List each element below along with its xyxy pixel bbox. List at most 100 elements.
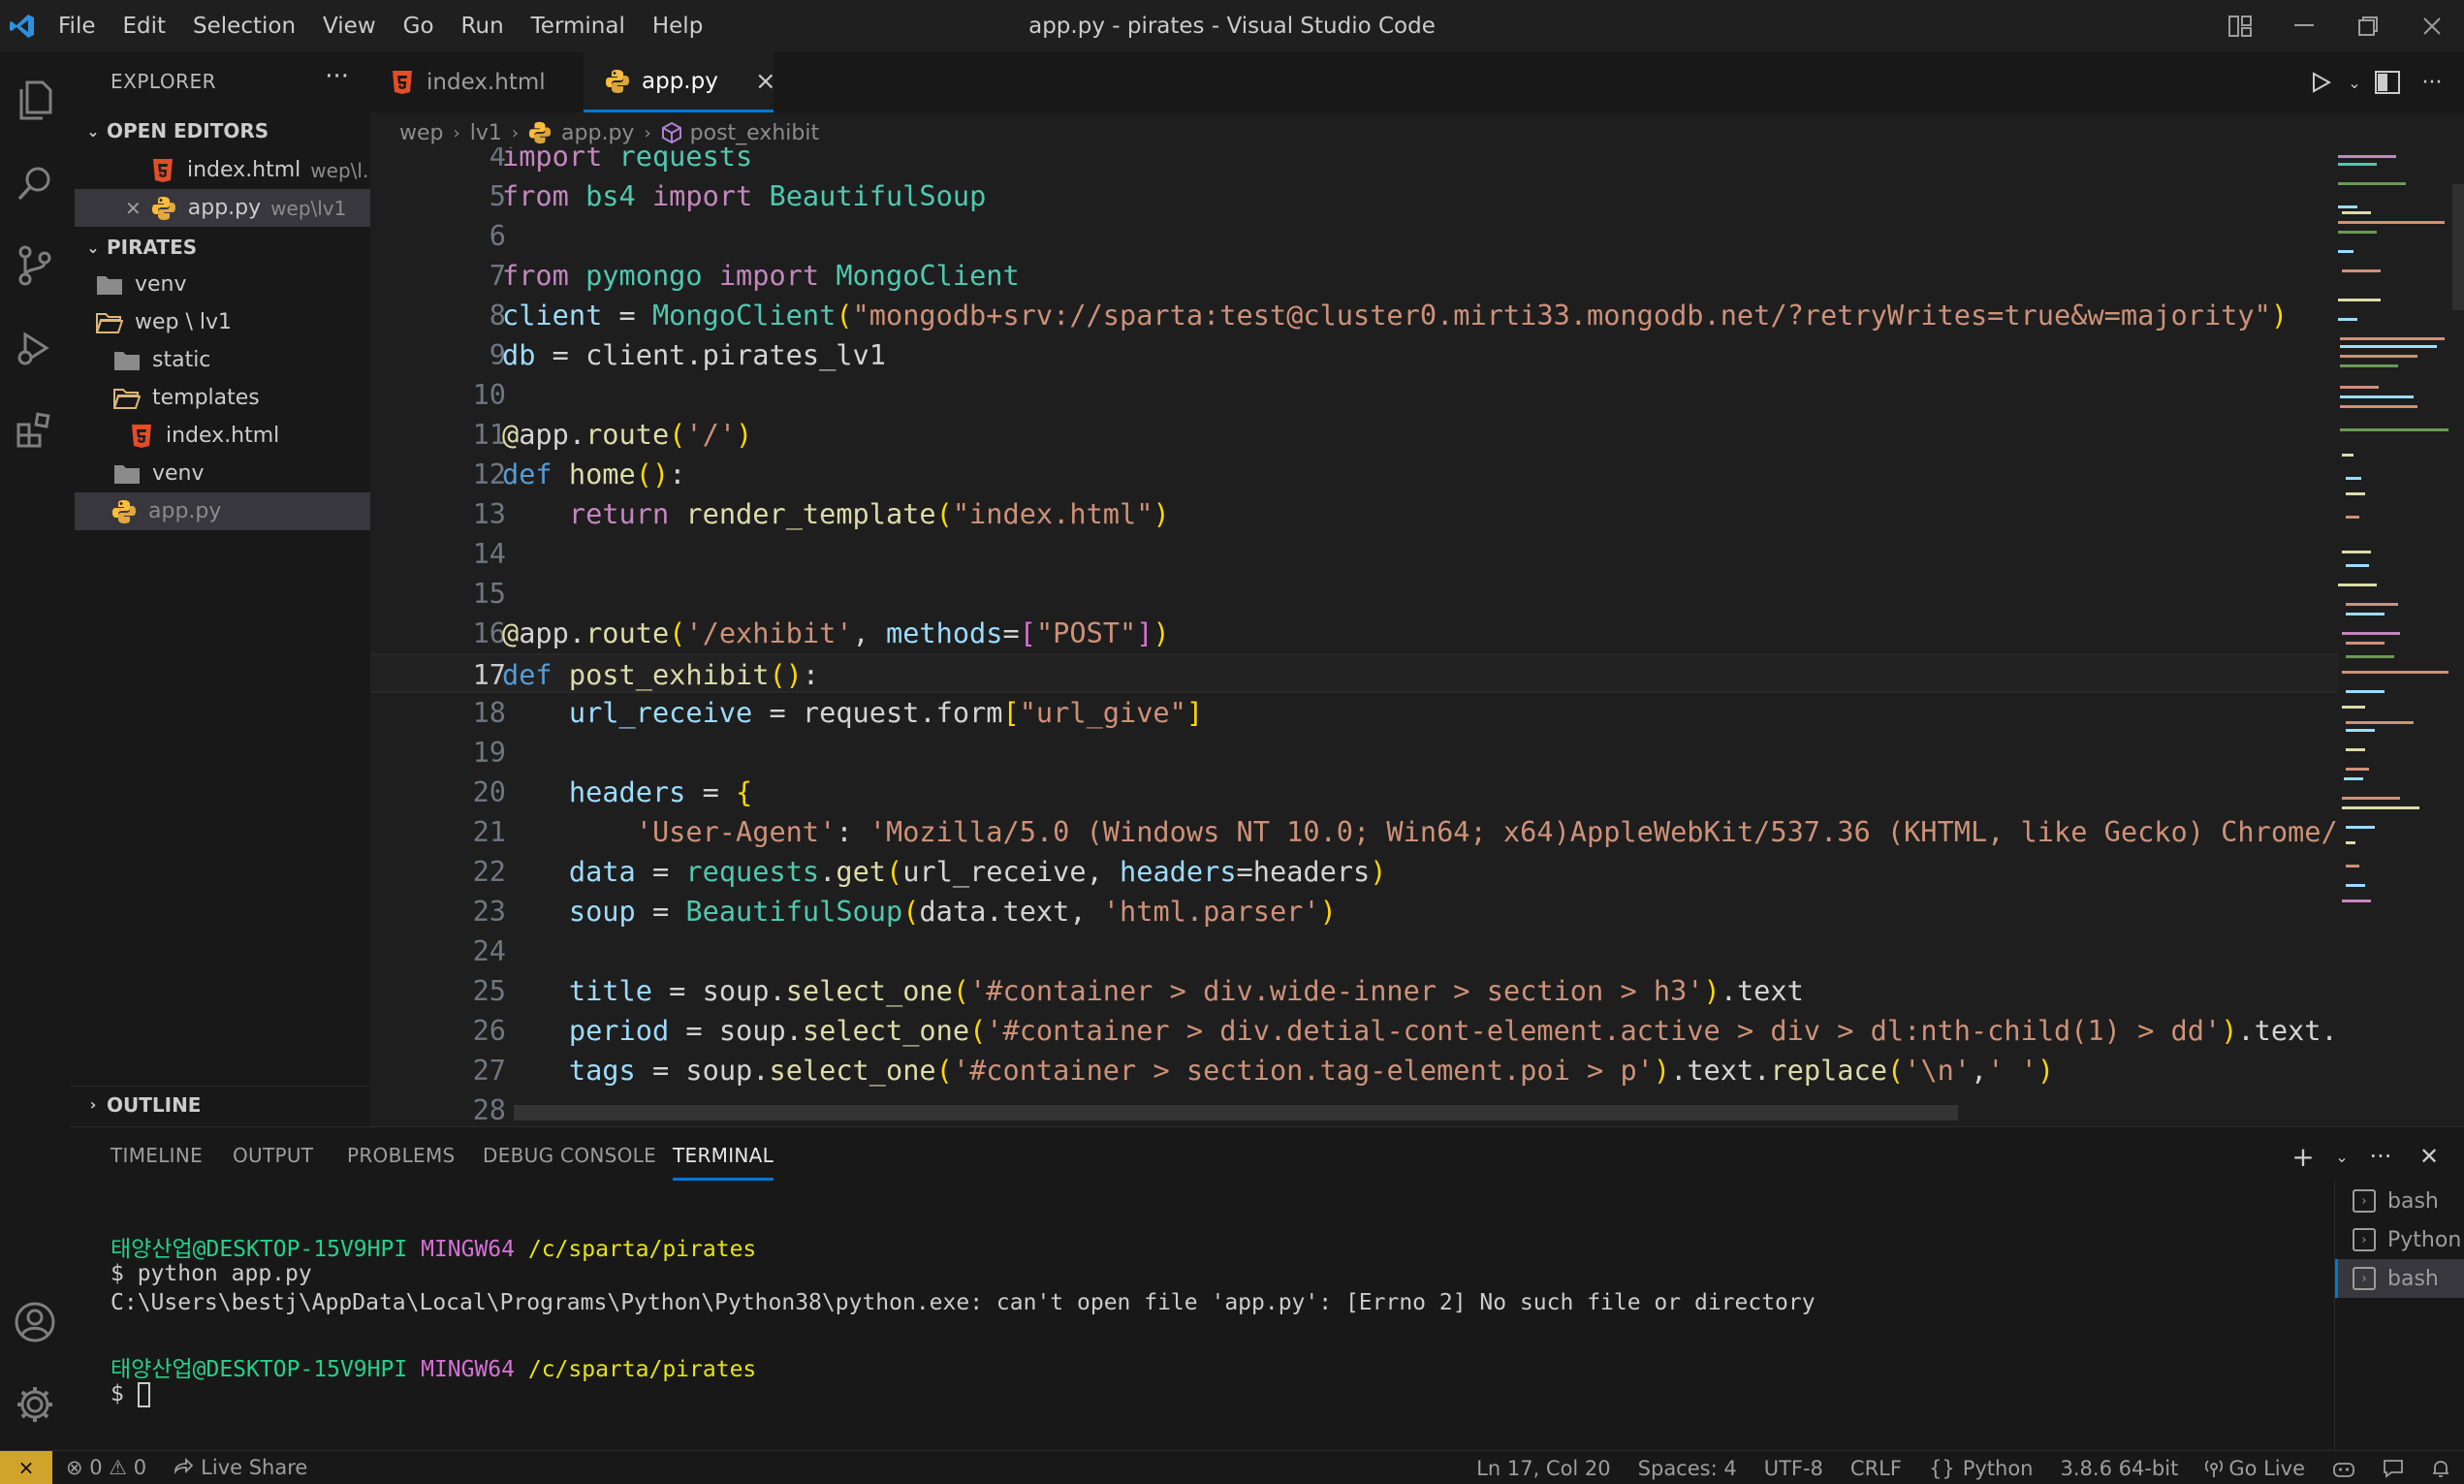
breadcrumb-item[interactable]: post_exhibit <box>690 121 819 145</box>
code-editor[interactable]: 4 import requests 5 from bs4 import Beauti… <box>370 147 2338 1126</box>
more-actions-icon[interactable]: ··· <box>2361 1137 2400 1176</box>
menu-view[interactable]: View <box>309 0 390 52</box>
code-text: client = MongoClient("mongodb+srv://spar… <box>502 299 2289 332</box>
menu-run[interactable]: Run <box>448 0 518 52</box>
explorer-icon[interactable] <box>0 62 70 140</box>
tree-item-wep-lv1[interactable]: wep \ lv1 <box>75 303 370 341</box>
code-line: 11 @app.route('/') <box>370 415 2338 455</box>
encoding[interactable]: UTF-8 <box>1751 1457 1837 1480</box>
tab-index-html[interactable]: index.html <box>370 52 560 112</box>
bottom-panel: TIMELINE OUTPUT PROBLEMS DEBUG CONSOLE T… <box>70 1126 2464 1451</box>
terminal-user: 태양산업@DESKTOP-15V9HPI <box>111 1357 408 1382</box>
run-file-icon[interactable] <box>2299 60 2344 105</box>
run-debug-icon[interactable] <box>0 309 70 387</box>
menu-terminal[interactable]: Terminal <box>518 0 639 52</box>
tab-terminal[interactable]: TERMINAL <box>673 1130 774 1181</box>
feedback-icon[interactable] <box>2369 1459 2417 1478</box>
line-number: 20 <box>472 775 506 808</box>
breadcrumb-item[interactable]: wep <box>399 121 444 145</box>
line-number: 13 <box>472 497 506 530</box>
terminal-error-line: C:\Users\bestj\AppData\Local\Programs\Py… <box>111 1290 1816 1315</box>
breadcrumb-item[interactable]: lv1 <box>470 121 502 145</box>
python-file-icon <box>528 121 552 144</box>
chevron-down-icon[interactable]: ⌄ <box>2344 60 2365 105</box>
tab-output[interactable]: OUTPUT <box>233 1127 313 1184</box>
tab-problems[interactable]: PROBLEMS <box>347 1127 456 1184</box>
line-number: 6 <box>489 219 506 252</box>
restore-icon[interactable] <box>2336 0 2400 52</box>
live-share-button[interactable]: Live Share <box>160 1456 321 1479</box>
close-panel-icon[interactable]: ✕ <box>2410 1137 2448 1176</box>
terminal-input-line[interactable]: $ <box>111 1381 150 1407</box>
code-text: from bs4 import BeautifulSoup <box>502 179 987 212</box>
terminal-instance-python[interactable]: › Python <box>2335 1220 2464 1259</box>
layout-icon[interactable] <box>2208 0 2272 52</box>
notifications-bell-icon[interactable] <box>2417 1459 2464 1478</box>
terminal-instance-bash-active[interactable]: › bash <box>2335 1259 2464 1298</box>
code-line: 26 period = soup.select_one('#container … <box>370 1011 2338 1051</box>
tree-item-app-py[interactable]: app.py <box>75 492 370 530</box>
code-line: 5 from bs4 import BeautifulSoup <box>370 176 2338 216</box>
settings-gear-icon[interactable] <box>0 1366 70 1443</box>
chevron-down-icon[interactable]: ⌄ <box>2332 1137 2352 1176</box>
menu-go[interactable]: Go <box>390 0 448 52</box>
language-mode[interactable]: {} Python <box>1915 1457 2047 1480</box>
go-live-button[interactable]: Go Live <box>2192 1457 2319 1480</box>
line-number: 4 <box>489 147 506 173</box>
split-editor-icon[interactable] <box>2365 60 2410 105</box>
minimap[interactable] <box>2338 147 2452 1126</box>
menu-help[interactable]: Help <box>639 0 716 52</box>
explorer-more-icon[interactable]: ··· <box>325 62 349 91</box>
terminal-icon: › <box>2353 1228 2376 1251</box>
menu-file[interactable]: File <box>45 0 110 52</box>
chevron-right-icon: › <box>644 122 651 143</box>
remote-indicator[interactable]: × <box>0 1450 52 1484</box>
panel-actions: + ⌄ ··· ✕ <box>2284 1137 2448 1176</box>
braces-icon: {} <box>1928 1456 1955 1480</box>
extensions-icon[interactable] <box>0 392 70 469</box>
menu-edit[interactable]: Edit <box>110 0 180 52</box>
accounts-icon[interactable] <box>0 1283 70 1361</box>
indentation[interactable]: Spaces: 4 <box>1625 1457 1751 1480</box>
tab-app-py[interactable]: app.py × <box>584 52 776 112</box>
problems-indicator[interactable]: ⊗ 0 ⚠ 0 <box>52 1456 160 1479</box>
outline-section[interactable]: › OUTLINE <box>70 1086 370 1122</box>
tab-close-icon[interactable]: × <box>755 67 776 96</box>
line-number: 15 <box>472 577 506 610</box>
pirates-section[interactable]: ⌄ PIRATES <box>70 229 370 266</box>
terminal-instance-bash[interactable]: › bash <box>2335 1182 2464 1220</box>
folder-icon <box>114 464 140 484</box>
horizontal-scrollbar[interactable] <box>514 1105 1958 1121</box>
code-line: 27 tags = soup.select_one('#container > … <box>370 1051 2338 1090</box>
breadcrumb-item[interactable]: app.py <box>561 121 634 145</box>
open-editors-section[interactable]: ⌄ OPEN EDITORS <box>70 112 370 149</box>
python-interpreter[interactable]: 3.8.6 64-bit <box>2047 1457 2193 1480</box>
copilot-icon[interactable] <box>2319 1459 2369 1478</box>
tree-item-templates[interactable]: templates <box>75 379 370 417</box>
menu-selection[interactable]: Selection <box>179 0 309 52</box>
open-editor-index-html[interactable]: index.html wep\l... <box>75 151 370 189</box>
end-of-line[interactable]: CRLF <box>1837 1457 1915 1480</box>
tree-item-venv[interactable]: venv <box>75 266 370 303</box>
line-number: 10 <box>472 378 506 411</box>
code-text: import requests <box>502 147 753 173</box>
more-actions-icon[interactable]: ··· <box>2410 60 2454 105</box>
new-terminal-plus-icon[interactable]: + <box>2284 1137 2322 1176</box>
tree-item-venv-2[interactable]: venv <box>75 455 370 492</box>
cursor-position[interactable]: Ln 17, Col 20 <box>1463 1457 1625 1480</box>
close-window-icon[interactable] <box>2400 0 2464 52</box>
tree-item-index-html[interactable]: index.html <box>75 417 370 455</box>
tab-timeline[interactable]: TIMELINE <box>111 1127 203 1184</box>
tab-debug-console[interactable]: DEBUG CONSOLE <box>483 1127 656 1184</box>
minimize-icon[interactable] <box>2272 0 2336 52</box>
terminal-cursor <box>137 1381 150 1407</box>
tree-item-static[interactable]: static <box>75 341 370 379</box>
line-number: 19 <box>472 736 506 769</box>
search-icon[interactable] <box>0 144 70 222</box>
close-icon[interactable]: ✕ <box>125 197 142 220</box>
open-editor-app-py[interactable]: ✕ app.py wep\lv1 <box>75 189 370 227</box>
terminal-icon: › <box>2353 1267 2376 1290</box>
line-number: 5 <box>489 179 506 212</box>
source-control-icon[interactable] <box>0 227 70 304</box>
vertical-scrollbar[interactable] <box>2452 184 2464 310</box>
